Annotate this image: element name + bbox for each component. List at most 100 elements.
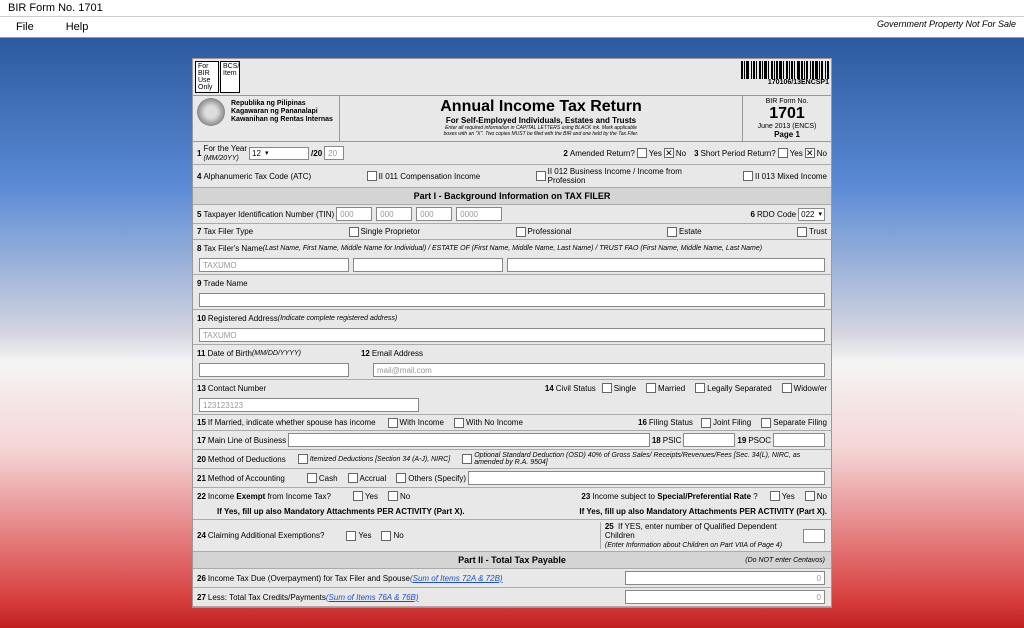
- row-10-input: TAXUMO: [193, 326, 831, 345]
- row-9-input: [193, 291, 831, 310]
- acct-others-cb[interactable]: [396, 473, 406, 483]
- menu-help[interactable]: Help: [50, 19, 105, 35]
- addl-no-cb[interactable]: [381, 531, 391, 541]
- title-center: Annual Income Tax Return For Self-Employ…: [339, 96, 743, 141]
- item-18-label: PSIC: [663, 436, 682, 445]
- business-line-input[interactable]: [288, 433, 650, 447]
- filer-firstname-input[interactable]: [353, 258, 503, 272]
- filer-estate-label: Estate: [679, 227, 702, 236]
- address-input[interactable]: TAXUMO: [199, 328, 825, 342]
- tax-credits-input[interactable]: 0: [625, 590, 825, 604]
- item-17-label: Main Line of Business: [208, 436, 286, 445]
- acct-accrual-cb[interactable]: [348, 473, 358, 483]
- dob-input[interactable]: [199, 363, 349, 377]
- tin-3-input[interactable]: 000: [416, 207, 452, 221]
- row-22-sub: If Yes, fill up also Mandatory Attachmen…: [193, 504, 831, 520]
- deduct-itemized-label: Itemized Deductions [Section 34 (A-J), N…: [310, 456, 450, 463]
- filer-middlename-input[interactable]: [507, 258, 825, 272]
- form-title: Annual Income Tax Return: [342, 98, 740, 116]
- addl-yes-cb[interactable]: [346, 531, 356, 541]
- amended-yes-cb[interactable]: [637, 148, 647, 158]
- acct-cash-cb[interactable]: [307, 473, 317, 483]
- item-15-label: If Married, indicate whether spouse has …: [208, 418, 376, 427]
- psoc-input[interactable]: [773, 433, 825, 447]
- item-2-label: Amended Return?: [570, 149, 635, 158]
- agency-name: Republika ng Pilipinas Kagawaran ng Pana…: [229, 96, 339, 141]
- yes-label-2: Yes: [790, 149, 803, 158]
- filer-estate-cb[interactable]: [667, 227, 677, 237]
- short-no-cb[interactable]: [805, 148, 815, 158]
- row-15: 15 If Married, indicate whether spouse h…: [193, 415, 831, 431]
- item-25-label: If YES, enter number of Qualified Depend…: [605, 522, 777, 540]
- item-6-num: 6: [751, 210, 755, 219]
- amended-no-cb[interactable]: [664, 148, 674, 158]
- exempt-no-cb[interactable]: [388, 491, 398, 501]
- short-yes-cb[interactable]: [778, 148, 788, 158]
- email-input[interactable]: mail@mail.com: [373, 363, 825, 377]
- item-23-num: 23: [581, 492, 590, 501]
- year-month-select[interactable]: 12: [249, 147, 309, 160]
- row-22: 22 Income Exempt from Income Tax? Yes No…: [193, 488, 831, 504]
- menu-file[interactable]: File: [0, 19, 50, 35]
- item-1-label: For the Year(MM/20YY): [203, 144, 247, 162]
- row-21: 21 Method of Accounting Cash Accrual Oth…: [193, 469, 831, 488]
- filer-prof-cb[interactable]: [516, 227, 526, 237]
- year-yy-input[interactable]: 20: [324, 146, 344, 160]
- civil-single-cb[interactable]: [602, 383, 612, 393]
- item-26-label: Income Tax Due (Overpayment) for Tax Fil…: [208, 574, 410, 583]
- atc-012-cb[interactable]: [536, 171, 546, 181]
- acct-others-input[interactable]: [468, 471, 825, 485]
- bir-seal-icon: [197, 98, 225, 126]
- form-subtitle: For Self-Employed Individuals, Estates a…: [342, 116, 740, 125]
- deduct-itemized-cb[interactable]: [298, 454, 308, 464]
- civil-ls-cb[interactable]: [695, 383, 705, 393]
- special-yes-cb[interactable]: [770, 491, 780, 501]
- part2-header: Part II - Total Tax Payable (Do NOT ente…: [193, 552, 831, 569]
- item-10-num: 10: [197, 314, 206, 323]
- atc-011-label: II 011 Compensation Income: [379, 172, 481, 181]
- row-9-label: 9 Trade Name: [193, 275, 831, 291]
- filer-sp-cb[interactable]: [349, 227, 359, 237]
- filer-lastname-input[interactable]: TAXUMO: [199, 258, 349, 272]
- psic-input[interactable]: [683, 433, 735, 447]
- item-14-label: Civil Status: [556, 384, 596, 393]
- item-21-label: Method of Accounting: [208, 474, 285, 483]
- spouse-ni-label: With No Income: [466, 418, 523, 427]
- slash-20: /20: [311, 149, 322, 158]
- tax-due-input[interactable]: 0: [625, 571, 825, 585]
- dependent-children-input[interactable]: [803, 529, 825, 543]
- tin-1-input[interactable]: 000: [336, 207, 372, 221]
- form-no-label: BIR Form No.: [745, 98, 829, 105]
- deduct-osd-cb[interactable]: [462, 454, 472, 464]
- barcode-number: 170106/13ENCSP1: [768, 79, 829, 86]
- atc-011-cb[interactable]: [367, 171, 377, 181]
- filing-sep-cb[interactable]: [761, 418, 771, 428]
- tin-4-input[interactable]: 0000: [456, 207, 502, 221]
- filing-joint-cb[interactable]: [701, 418, 711, 428]
- spouse-noincome-cb[interactable]: [454, 418, 464, 428]
- atc-013-cb[interactable]: [743, 171, 753, 181]
- item-27-link[interactable]: (Sum of Items 76A & 76B): [326, 593, 419, 602]
- filer-prof-label: Professional: [528, 227, 572, 236]
- special-no-cb[interactable]: [805, 491, 815, 501]
- row-17: 17 Main Line of Business 18 PSIC 19 PSOC: [193, 431, 831, 450]
- no-label-3: No: [400, 492, 410, 501]
- civil-married-cb[interactable]: [646, 383, 656, 393]
- exempt-yes-cb[interactable]: [353, 491, 363, 501]
- spouse-withincome-cb[interactable]: [388, 418, 398, 428]
- filing-sep-label: Separate Filing: [773, 418, 827, 427]
- item-26-link[interactable]: (Sum of Items 72A & 72B): [410, 574, 503, 583]
- rdo-code-select[interactable]: 022: [798, 208, 825, 221]
- tin-2-input[interactable]: 000: [376, 207, 412, 221]
- trade-name-input[interactable]: [199, 293, 825, 307]
- civil-widow-cb[interactable]: [782, 383, 792, 393]
- civil-single-label: Single: [614, 384, 636, 393]
- no-label-5: No: [393, 531, 403, 540]
- filer-trust-cb[interactable]: [797, 227, 807, 237]
- atc-012-label: II 012 Business Income / Income from Pro…: [548, 167, 688, 185]
- contact-input[interactable]: 123123123: [199, 398, 419, 412]
- item-15-num: 15: [197, 418, 206, 427]
- civil-married-label: Married: [658, 384, 685, 393]
- civil-widow-label: Widow/er: [794, 384, 827, 393]
- item-13-label: Contact Number: [208, 384, 266, 393]
